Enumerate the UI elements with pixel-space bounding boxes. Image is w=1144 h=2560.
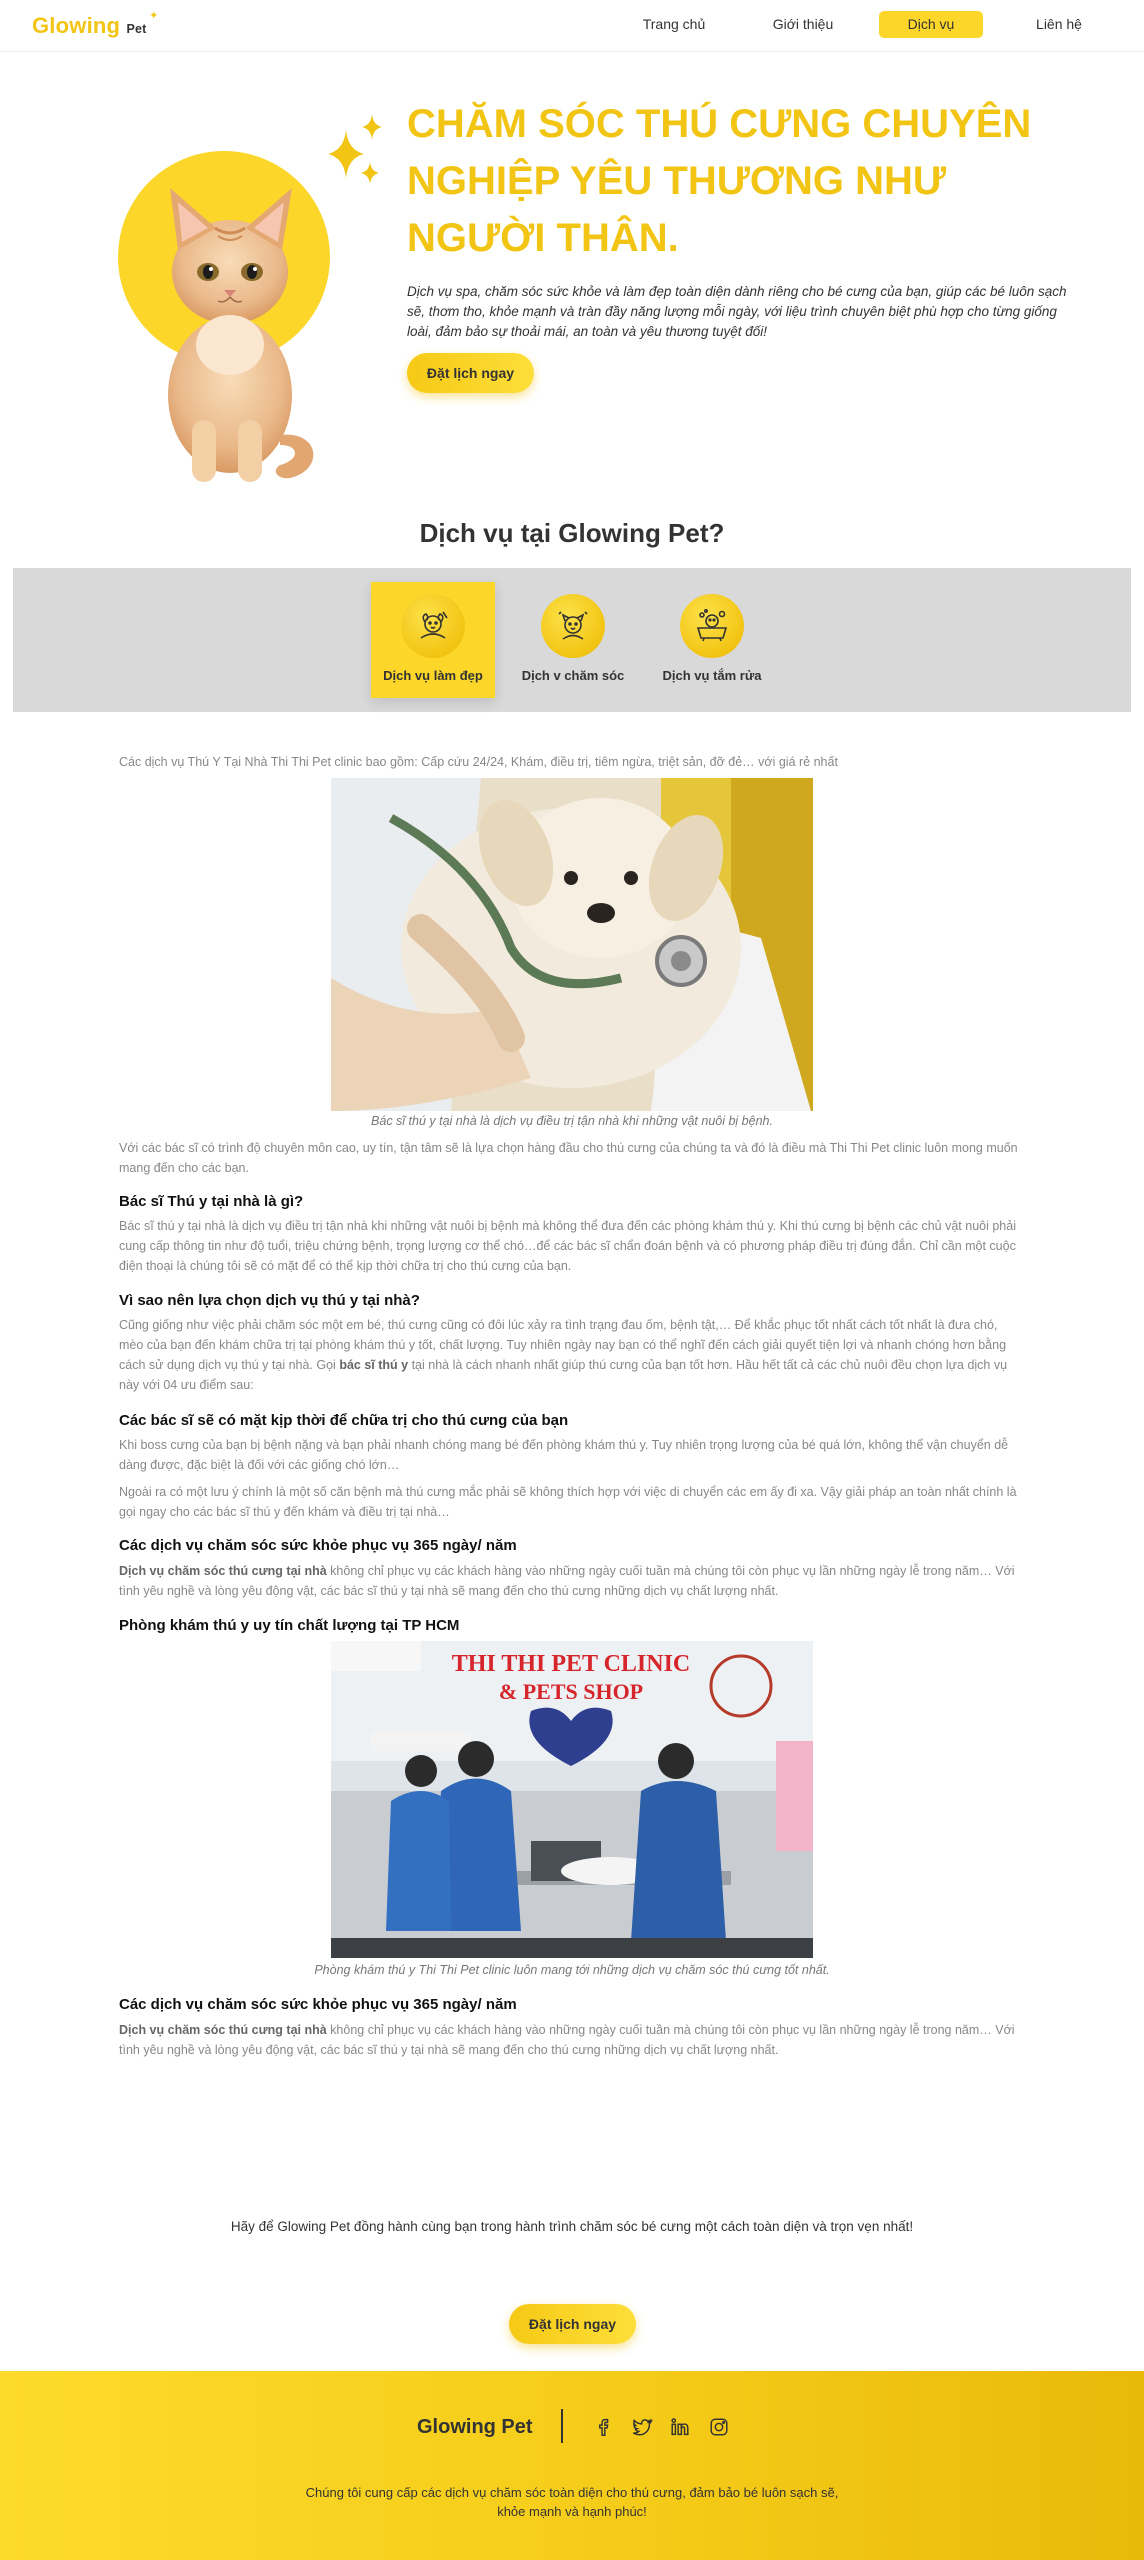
section-heading-6: Các dịch vụ chăm sóc sức khỏe phục vụ 36… (119, 1996, 517, 2013)
clinic-sign-line-1: THI THI PET CLINIC (452, 1651, 691, 1677)
logo-text-accent: Pet (126, 22, 147, 36)
section-heading-5: Phòng khám thú y uy tín chất lượng tại T… (119, 1617, 460, 1634)
service-card-beauty-label: Dịch vụ làm đẹp (383, 668, 483, 683)
nav-item-home[interactable]: Trang chủ (628, 11, 720, 38)
outro-text: Hãy để Glowing Pet đồng hành cùng bạn tr… (230, 2219, 914, 2234)
article-intro: Các dịch vụ Thú Y Tại Nhà Thi Thi Pet cl… (119, 755, 838, 769)
footer-divider (561, 2409, 563, 2443)
footer-brand: Glowing Pet (417, 2416, 533, 2438)
clinic-sign-line-2: & PETS SHOP (499, 1679, 643, 1704)
hero-book-now-button[interactable]: Đặt lịch ngay (407, 353, 534, 393)
article-paragraph-1: Bác sĩ thú y tại nhà là dịch vụ điều trị… (119, 1219, 1016, 1273)
service-card-bath[interactable]: Dịch vụ tắm rửa (650, 582, 774, 698)
service-card-bath-label: Dịch vụ tắm rửa (662, 668, 762, 683)
article-paragraph-2-bold: bác sĩ thú y (339, 1358, 409, 1372)
pet-care-icon (541, 594, 605, 658)
instagram-icon[interactable] (708, 2416, 730, 2438)
service-card-care[interactable]: Dịch v chăm sóc (511, 582, 635, 698)
clinic-photo: THI THI PET CLINIC & PETS SHOP (331, 1641, 813, 1958)
grooming-icon (401, 594, 465, 658)
service-card-care-label: Dịch v chăm sóc (521, 668, 625, 683)
vet-dog-photo (331, 778, 813, 1111)
logo-sparkle-icon: ✦ (149, 10, 159, 22)
logo-text-main: Glowing (32, 13, 121, 38)
article-paragraph-0: Với các bác sĩ có trình độ chuyên môn ca… (119, 1141, 1018, 1175)
article-paragraph-4: Ngoài ra có một lưu ý chính là một số că… (119, 1485, 1017, 1519)
linkedin-icon[interactable] (669, 2416, 691, 2438)
facebook-icon[interactable] (592, 2416, 614, 2438)
hero-cat-image (168, 188, 314, 482)
article-paragraph-3: Khi boss cưng của bạn bị bệnh nặng và bạ… (119, 1438, 1009, 1472)
article-paragraph-2: Cũng giống như việc phải chăm sóc một em… (119, 1315, 1025, 1395)
hero-sparkle-icon (328, 114, 382, 184)
section-heading-2: Vì sao nên lựa chọn dịch vụ thú y tại nh… (119, 1292, 420, 1309)
article-paragraph-5: Dịch vụ chăm sóc thú cưng tại nhà không … (119, 1561, 1025, 1601)
footer: Glowing Pet Chúng tôi cung cấp các dịch … (0, 2371, 1144, 2560)
nav-item-about[interactable]: Giới thiệu (756, 11, 850, 38)
hero-description: Dịch vụ spa, chăm sóc sức khỏe và làm đẹ… (407, 284, 1067, 339)
section-heading-4: Các dịch vụ chăm sóc sức khỏe phục vụ 36… (119, 1537, 517, 1554)
footer-text-line-1: Chúng tôi cung cấp các dịch vụ chăm sóc … (305, 2485, 839, 2500)
bath-icon (680, 594, 744, 658)
article-paragraph-5-bold: Dịch vụ chăm sóc thú cưng tại nhà (119, 1564, 327, 1578)
section-heading-3: Các bác sĩ sẽ có mặt kịp thời để chữa tr… (119, 1412, 569, 1429)
article-paragraph-6-bold: Dịch vụ chăm sóc thú cưng tại nhà (119, 2023, 327, 2037)
service-card-beauty[interactable]: Dịch vụ làm đẹp (371, 582, 495, 698)
services-heading: Dịch vụ tại Glowing Pet? (419, 518, 725, 548)
nav-item-contact[interactable]: Liên hệ (1016, 11, 1102, 38)
photo-caption-2: Phòng khám thú y Thi Thi Pet clinic luôn… (314, 1963, 830, 1977)
footer-text-line-2: khỏe mạnh và hạnh phúc! (497, 2504, 647, 2519)
photo-caption-1: Bác sĩ thú y tại nhà là dịch vụ điều trị… (371, 1114, 773, 1128)
bottom-book-now-button[interactable]: Đặt lịch ngay (509, 2304, 636, 2344)
hero-title: CHĂM SÓC THÚ CƯNG CHUYÊN NGHIỆP YÊU THƯƠ… (407, 102, 1032, 260)
section-heading-1: Bác sĩ Thú y tại nhà là gì? (119, 1193, 304, 1210)
nav-item-services[interactable]: Dịch vụ (879, 11, 983, 38)
logo[interactable]: Glowing Pet ✦ (32, 10, 158, 39)
article-paragraph-6: Dịch vụ chăm sóc thú cưng tại nhà không … (119, 2020, 1025, 2060)
top-navbar: Glowing Pet ✦ Trang chủ Giới thiệu Dịch … (0, 0, 1144, 52)
twitter-icon[interactable] (631, 2416, 653, 2438)
footer-text: Chúng tôi cung cấp các dịch vụ chăm sóc … (0, 2483, 1144, 2521)
